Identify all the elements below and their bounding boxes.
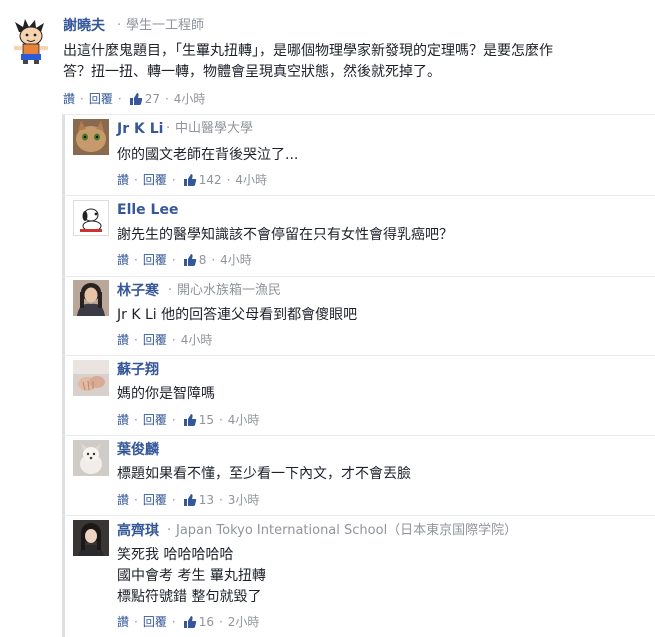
thumbs-up-icon[interactable]	[183, 413, 197, 427]
comment-text-line: 國中會考 考生 罼丸扭轉	[117, 568, 266, 584]
like-button[interactable]: 讚	[63, 91, 75, 107]
comment-actions: 讚 · 回覆 · 8 · 4小時	[117, 252, 252, 268]
snoopy-avatar[interactable]	[73, 200, 109, 236]
divider	[62, 355, 655, 356]
like-button[interactable]: 讚	[117, 412, 129, 428]
reply-thread-line	[62, 114, 65, 637]
timestamp[interactable]: 2小時	[228, 614, 260, 630]
action-dot: ·	[80, 92, 84, 106]
comment-text-line: 答？扭一扭、轉一轉，物體會呈現真空狀態，然後就死掉了。	[63, 64, 441, 80]
reply-button[interactable]: 回覆	[143, 252, 167, 268]
like-count[interactable]: 27	[145, 91, 160, 107]
like-count[interactable]: 16	[199, 614, 214, 630]
dog-avatar[interactable]	[73, 440, 109, 476]
commenter-name[interactable]: 謝曉夫	[63, 17, 105, 35]
commenter-meta: 中山醫學大學	[175, 121, 254, 136]
action-dot: ·	[134, 253, 138, 267]
comment-text-line: 笑死我 哈哈哈哈哈	[117, 547, 234, 563]
action-dot: ·	[171, 493, 176, 507]
hands-avatar[interactable]	[73, 360, 109, 396]
timestamp[interactable]: 4小時	[174, 91, 206, 107]
comment-text-line: Jr K Li 他的回答連父母看到都會傻眼吧	[117, 307, 358, 323]
comment-text-line: 標題如果看不懂，至少看一下內文，才不會丟臉	[117, 466, 411, 482]
reply-button[interactable]: 回覆	[143, 172, 167, 188]
divider	[62, 515, 655, 516]
divider	[62, 114, 655, 115]
action-dot: ·	[211, 253, 216, 267]
reply-button[interactable]: 回覆	[143, 412, 167, 428]
comment-actions: 讚 · 回覆 · 4小時	[117, 332, 212, 348]
action-dot: ·	[171, 173, 176, 187]
action-dot: ·	[171, 253, 176, 267]
timestamp[interactable]: 4小時	[181, 332, 213, 348]
like-button[interactable]: 讚	[117, 332, 129, 348]
cartoon-avatar[interactable]	[11, 18, 51, 66]
comment-text-line: 出這什麼鬼題目，「生罼丸扭轉」，是哪個物理學家新發現的定理嗎？是要怎麼作	[63, 43, 553, 59]
timestamp[interactable]: 4小時	[235, 172, 267, 188]
commenter-meta: Japan Tokyo International School（日本東京国際学…	[176, 523, 518, 538]
reply-button[interactable]: 回覆	[143, 332, 167, 348]
comment-actions: 讚 · 回覆 · 15 · 4小時	[117, 412, 259, 428]
comment-text-line: 謝先生的醫學知識該不會停留在只有女性會得乳癌吧？	[117, 227, 453, 243]
action-dot: ·	[134, 413, 138, 427]
comment-text-line: 媽的你是智障嗎	[117, 386, 215, 402]
timestamp[interactable]: 4小時	[220, 252, 252, 268]
thumbs-up-icon[interactable]	[183, 173, 197, 187]
thumbs-up-icon[interactable]	[183, 253, 197, 267]
comment-actions: 讚 · 回覆 · 142 · 4小時	[117, 172, 267, 188]
like-button[interactable]: 讚	[117, 172, 129, 188]
woman-avatar[interactable]	[73, 280, 109, 316]
thumbs-up-icon[interactable]	[129, 92, 143, 106]
timestamp[interactable]: 3小時	[228, 492, 260, 508]
action-dot: ·	[164, 92, 169, 106]
action-dot: ·	[171, 413, 176, 427]
commenter-name[interactable]: Jr K Li	[117, 120, 163, 138]
like-count[interactable]: 142	[199, 172, 222, 188]
action-dot: ·	[134, 173, 138, 187]
thumbs-up-icon[interactable]	[183, 615, 197, 629]
timestamp[interactable]: 4小時	[228, 412, 260, 428]
comment-text-line: 你的國文老師在背後哭泣了...	[117, 147, 299, 163]
commenter-meta: 學生一工程師	[126, 18, 205, 33]
action-dot: ·	[134, 333, 138, 347]
meta-separator: ·	[168, 283, 173, 298]
like-button[interactable]: 讚	[117, 252, 129, 268]
divider	[62, 435, 655, 436]
action-dot: ·	[171, 333, 176, 347]
divider	[62, 195, 655, 196]
divider	[62, 276, 655, 277]
commenter-name[interactable]: 林子寒	[117, 282, 159, 300]
action-dot: ·	[218, 493, 223, 507]
comment-actions: 讚 · 回覆 · 27 · 4小時	[63, 91, 205, 107]
like-button[interactable]: 讚	[117, 614, 129, 630]
like-button[interactable]: 讚	[117, 492, 129, 508]
like-count[interactable]: 8	[199, 252, 207, 268]
reply-button[interactable]: 回覆	[143, 614, 167, 630]
comment-text-line: 標點符號錯 整句就毀了	[117, 589, 262, 605]
commenter-name[interactable]: 高齊琪	[117, 522, 159, 540]
comment-actions: 讚 · 回覆 · 13 · 3小時	[117, 492, 259, 508]
reply-button[interactable]: 回覆	[143, 492, 167, 508]
commenter-meta: 開心水族箱一漁民	[177, 283, 282, 298]
cat-avatar[interactable]	[73, 119, 109, 155]
like-count[interactable]: 15	[199, 412, 214, 428]
action-dot: ·	[218, 615, 223, 629]
comment-actions: 讚 · 回覆 · 16 · 2小時	[117, 614, 259, 630]
meta-separator: ·	[117, 18, 122, 33]
reply-button[interactable]: 回覆	[89, 91, 113, 107]
action-dot: ·	[134, 493, 138, 507]
girl-avatar[interactable]	[73, 520, 109, 556]
action-dot: ·	[226, 173, 231, 187]
commenter-name[interactable]: 葉俊麟	[117, 441, 159, 459]
action-dot: ·	[171, 615, 176, 629]
commenter-name[interactable]: Elle Lee	[117, 201, 178, 219]
action-dot: ·	[134, 615, 138, 629]
action-dot: ·	[218, 413, 223, 427]
thumbs-up-icon[interactable]	[183, 493, 197, 507]
like-count[interactable]: 13	[199, 492, 214, 508]
commenter-name[interactable]: 蘇子翔	[117, 361, 159, 379]
meta-separator: ·	[166, 121, 171, 136]
meta-separator: ·	[167, 523, 172, 538]
action-dot: ·	[117, 92, 122, 106]
